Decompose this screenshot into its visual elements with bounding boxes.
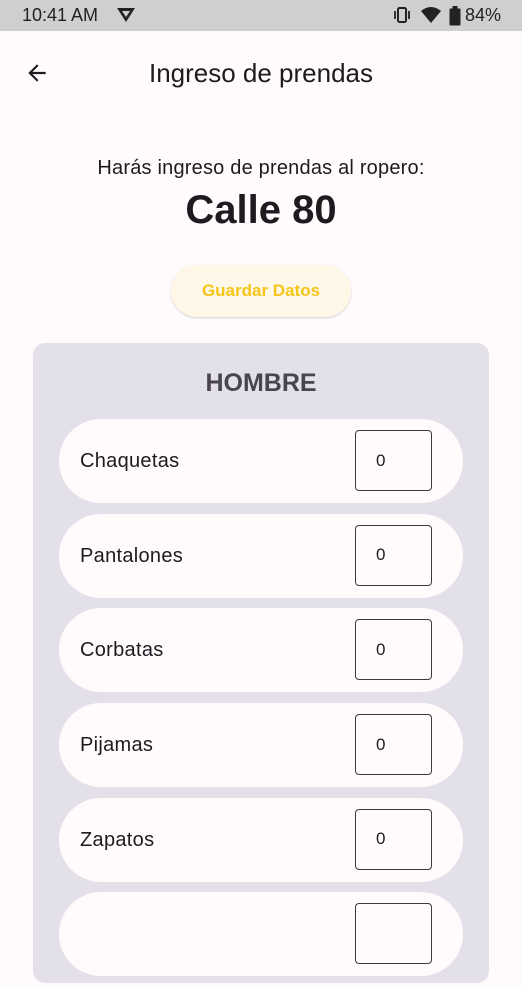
garment-quantity-input[interactable] (355, 714, 432, 776)
garment-row-pijamas: Pijamas (59, 703, 463, 788)
battery-icon (449, 6, 461, 31)
vibrate-icon (393, 6, 411, 29)
garment-quantity-input[interactable] (355, 524, 432, 586)
wifi-icon (420, 6, 442, 29)
garment-row-chaquetas: Chaquetas (59, 419, 463, 503)
garment-row-pantalones: Pantalones (59, 513, 463, 598)
garment-row-zapatos: Zapatos (59, 797, 463, 882)
wardrobe-subtitle: Harás ingreso de prendas al ropero: (97, 157, 425, 179)
garment-quantity-input[interactable] (355, 619, 432, 681)
garment-label: Pijamas (80, 734, 154, 757)
app-bar: Ingreso de prendas (0, 31, 522, 119)
notification-icon (116, 6, 136, 29)
garment-quantity-input[interactable] (355, 903, 432, 965)
battery-percentage: 84% (464, 5, 501, 25)
garment-label: Corbatas (80, 639, 164, 662)
garment-quantity-input[interactable] (355, 808, 432, 870)
garment-label: Pantalones (80, 544, 184, 567)
garment-label: Chaquetas (80, 450, 180, 472)
section-card-hombre: HOMBRE Chaquetas Pantalones Corbatas Pij… (33, 343, 489, 983)
status-bar: 10:41 AM 84% (0, 0, 522, 31)
garment-row-partial (59, 892, 463, 977)
status-time: 10:41 AM (22, 5, 99, 25)
garment-quantity-input[interactable] (355, 430, 432, 491)
garment-label: Zapatos (80, 828, 155, 851)
page-title: Ingreso de prendas (148, 58, 374, 88)
section-title: HOMBRE (205, 369, 317, 397)
garment-list: Chaquetas Pantalones Corbatas Pijamas Za… (59, 419, 463, 987)
wardrobe-location: Calle 80 (185, 188, 337, 232)
save-data-button[interactable]: Guardar Datos (171, 265, 351, 317)
garment-row-corbatas: Corbatas (59, 608, 463, 693)
